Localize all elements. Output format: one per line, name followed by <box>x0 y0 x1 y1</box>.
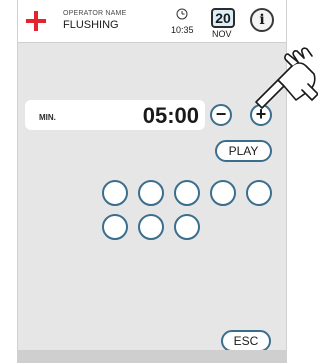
timer-value: 05:00 <box>142 103 199 128</box>
operator-label: OPERATOR NAME <box>63 10 127 17</box>
selection-circle-4[interactable] <box>210 180 236 206</box>
header-bar: OPERATOR NAME FLUSHING 10:35 20 NOV i <box>18 0 286 43</box>
device-screen: OPERATOR NAME FLUSHING 10:35 20 NOV i MI… <box>17 0 287 363</box>
pointing-hand-icon <box>255 47 318 109</box>
info-button[interactable]: i <box>250 8 274 32</box>
selection-circle-6[interactable] <box>102 214 128 240</box>
timer-unit-label: MIN. <box>39 113 56 122</box>
selection-circle-1[interactable] <box>102 180 128 206</box>
footer-strip <box>18 350 286 363</box>
clock-icon <box>176 8 188 20</box>
minus-icon: − <box>215 104 227 124</box>
selection-circle-3[interactable] <box>174 180 200 206</box>
selection-circle-5[interactable] <box>246 180 272 206</box>
operator-name: FLUSHING <box>63 19 119 31</box>
time-display: 10:35 <box>171 25 194 35</box>
info-icon: i <box>259 12 265 28</box>
esc-button[interactable]: ESC <box>221 330 271 352</box>
plus-icon <box>26 11 46 31</box>
play-button[interactable]: PLAY <box>215 140 272 162</box>
date-month: NOV <box>212 29 232 39</box>
date-day: 20 <box>211 8 235 28</box>
selection-circle-8[interactable] <box>174 214 200 240</box>
decrease-button[interactable]: − <box>210 104 232 126</box>
selection-circle-2[interactable] <box>138 180 164 206</box>
selection-circle-7[interactable] <box>138 214 164 240</box>
timer-bar: MIN. 05:00 <box>25 100 205 130</box>
